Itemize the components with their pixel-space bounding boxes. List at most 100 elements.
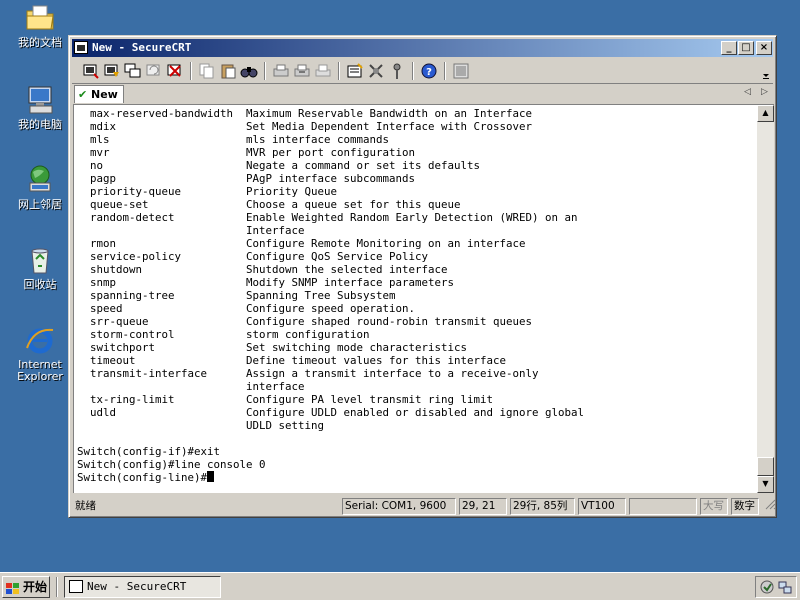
start-button[interactable]: 开始 (2, 576, 50, 598)
status-cursor-position: 29, 21 (459, 498, 507, 515)
desktop-icon-recycle-bin[interactable]: 回收站 (8, 244, 72, 291)
computer-icon (24, 84, 56, 116)
desktop-icon-label: 我的文档 (18, 36, 62, 49)
taskbar-separator (56, 577, 58, 597)
toolbar-chevron-icon[interactable] (760, 62, 772, 80)
help-icon[interactable]: ? (420, 62, 438, 80)
key-map-icon[interactable] (388, 62, 406, 80)
terminal-line: mdix Set Media Dependent Interface with … (77, 120, 533, 133)
desktop-icon-internet-explorer[interactable]: Internet Explorer (8, 324, 72, 383)
desktop-icon-my-documents[interactable]: 我的文档 (8, 2, 72, 49)
status-terminal-type: VT100 (578, 498, 626, 515)
terminal-line: queue-set Choose a queue set for this qu… (77, 198, 461, 211)
desktop-icon-label-line: Explorer (17, 370, 63, 383)
tab-scroll-right-icon[interactable]: ▷ (761, 87, 768, 97)
terminal-line: srr-queue Configure shaped round-robin t… (77, 315, 533, 328)
taskbar: 开始 New - SecureCRT (0, 572, 800, 600)
desktop-icon-label: 网上邻居 (18, 198, 62, 211)
scroll-thumb[interactable] (757, 457, 774, 476)
session-options-icon[interactable] (346, 62, 364, 80)
terminal-line: snmp Modify SNMP interface parameters (77, 276, 455, 289)
scroll-up-icon[interactable]: ▲ (757, 105, 774, 122)
connect-icon[interactable] (82, 62, 100, 80)
windows-logo-icon (6, 581, 20, 594)
toolbar-separator (190, 62, 192, 80)
tab-scroll-left-icon[interactable]: ◁ (744, 87, 751, 97)
global-options-icon[interactable] (367, 62, 385, 80)
session-tab-bar: ✔ New ◁ ▷ (72, 85, 773, 103)
terminal-line: udld Configure UDLD enabled or disabled … (77, 406, 585, 419)
terminal-line: Switch(config-if)#exit (77, 445, 221, 458)
terminal-line: transmit-interface Assign a transmit int… (77, 367, 539, 380)
terminal-line: no Negate a command or set its defaults (77, 159, 481, 172)
securecrt-app-icon (69, 580, 83, 593)
paste-icon[interactable] (219, 62, 237, 80)
terminal-line: max-reserved-bandwidth Maximum Reservabl… (77, 107, 533, 120)
resize-grip-icon[interactable] (762, 498, 775, 515)
terminal-prompt: Switch(config-line)# (77, 471, 208, 484)
connect-in-tab-icon[interactable] (124, 62, 142, 80)
terminal-line: pagp PAgP interface subcommands (77, 172, 416, 185)
tray-network-icon[interactable] (778, 580, 793, 598)
maximize-button[interactable]: □ (738, 41, 754, 55)
terminal-line: switchport Set switching mode characteri… (77, 341, 468, 354)
desktop-icon-label: Internet Explorer (8, 359, 72, 383)
terminal-line: UDLD setting (77, 419, 325, 432)
terminal-prompt-line: Switch(config-line)# (77, 471, 584, 484)
toolbar-separator (264, 62, 266, 80)
taskbar-item-label: New - SecureCRT (87, 580, 187, 593)
desktop-icon-my-computer[interactable]: 我的电脑 (8, 84, 72, 131)
terminal-line: tx-ring-limit Configure PA level transmi… (77, 393, 494, 406)
terminal-output[interactable]: max-reserved-bandwidth Maximum Reservabl… (73, 104, 757, 493)
check-icon: ✔ (78, 88, 88, 101)
tray-shield-icon[interactable] (760, 580, 775, 598)
terminal-cursor (207, 471, 215, 482)
terminal-line: service-policy Configure QoS Service Pol… (77, 250, 429, 263)
terminal-line: timeout Define timeout values for this i… (77, 354, 507, 367)
print-screen-icon[interactable] (314, 62, 332, 80)
quick-connect-icon[interactable] (103, 62, 121, 80)
minimize-button[interactable]: _ (721, 41, 737, 55)
terminal-line: priority-queue Priority Queue (77, 185, 338, 198)
status-serial: Serial: COM1, 9600 (342, 498, 456, 515)
status-empty-field (629, 498, 697, 515)
toolbar-separator (444, 62, 446, 80)
print-icon[interactable] (272, 62, 290, 80)
status-caps: 大写 (700, 498, 728, 515)
reconnect-icon[interactable] (145, 62, 163, 80)
securecrt-app-icon (74, 41, 88, 54)
terminal-line: interface (77, 380, 305, 393)
desktop-icon-network[interactable]: 网上邻居 (8, 164, 72, 211)
start-label: 开始 (23, 580, 48, 594)
terminal-line: Switch(config)#line console 0 (77, 458, 266, 471)
securecrt-window: New - SecureCRT _ □ × ? ✔ New ◁ ▷ max-re… (68, 35, 777, 518)
desktop-icon-label: 我的电脑 (18, 118, 62, 131)
terminal-line: speed Configure speed operation. (77, 302, 416, 315)
toolbar-separator (338, 62, 340, 80)
taskbar-item-securecrt[interactable]: New - SecureCRT (64, 576, 221, 598)
print-selection-icon[interactable] (293, 62, 311, 80)
scroll-down-icon[interactable]: ▼ (757, 476, 774, 493)
window-title: New - SecureCRT (92, 41, 192, 54)
tab-new[interactable]: ✔ New (74, 85, 124, 103)
ie-icon (24, 324, 56, 356)
svg-text:?: ? (426, 67, 432, 78)
terminal-line: storm-control storm configuration (77, 328, 370, 341)
close-button[interactable]: × (756, 41, 772, 55)
disconnect-icon[interactable] (166, 62, 184, 80)
vertical-scrollbar[interactable]: ▲ ▼ (757, 104, 774, 493)
terminal-line: spanning-tree Spanning Tree Subsystem (77, 289, 396, 302)
terminal-line: random-detect Enable Weighted Random Ear… (77, 211, 578, 224)
folder-icon (24, 2, 56, 34)
terminal-line: mvr MVR per port configuration (77, 146, 416, 159)
status-num: 数字 (731, 498, 759, 515)
sftp-icon[interactable] (452, 62, 470, 80)
title-bar[interactable]: New - SecureCRT _ □ × (72, 39, 773, 57)
find-icon[interactable] (240, 62, 258, 80)
status-rows-cols: 29行, 85列 (510, 498, 575, 515)
toolbar-separator (412, 62, 414, 80)
desktop-icon-label: 回收站 (23, 278, 57, 291)
terminal-line: rmon Configure Remote Monitoring on an i… (77, 237, 526, 250)
copy-icon[interactable] (198, 62, 216, 80)
